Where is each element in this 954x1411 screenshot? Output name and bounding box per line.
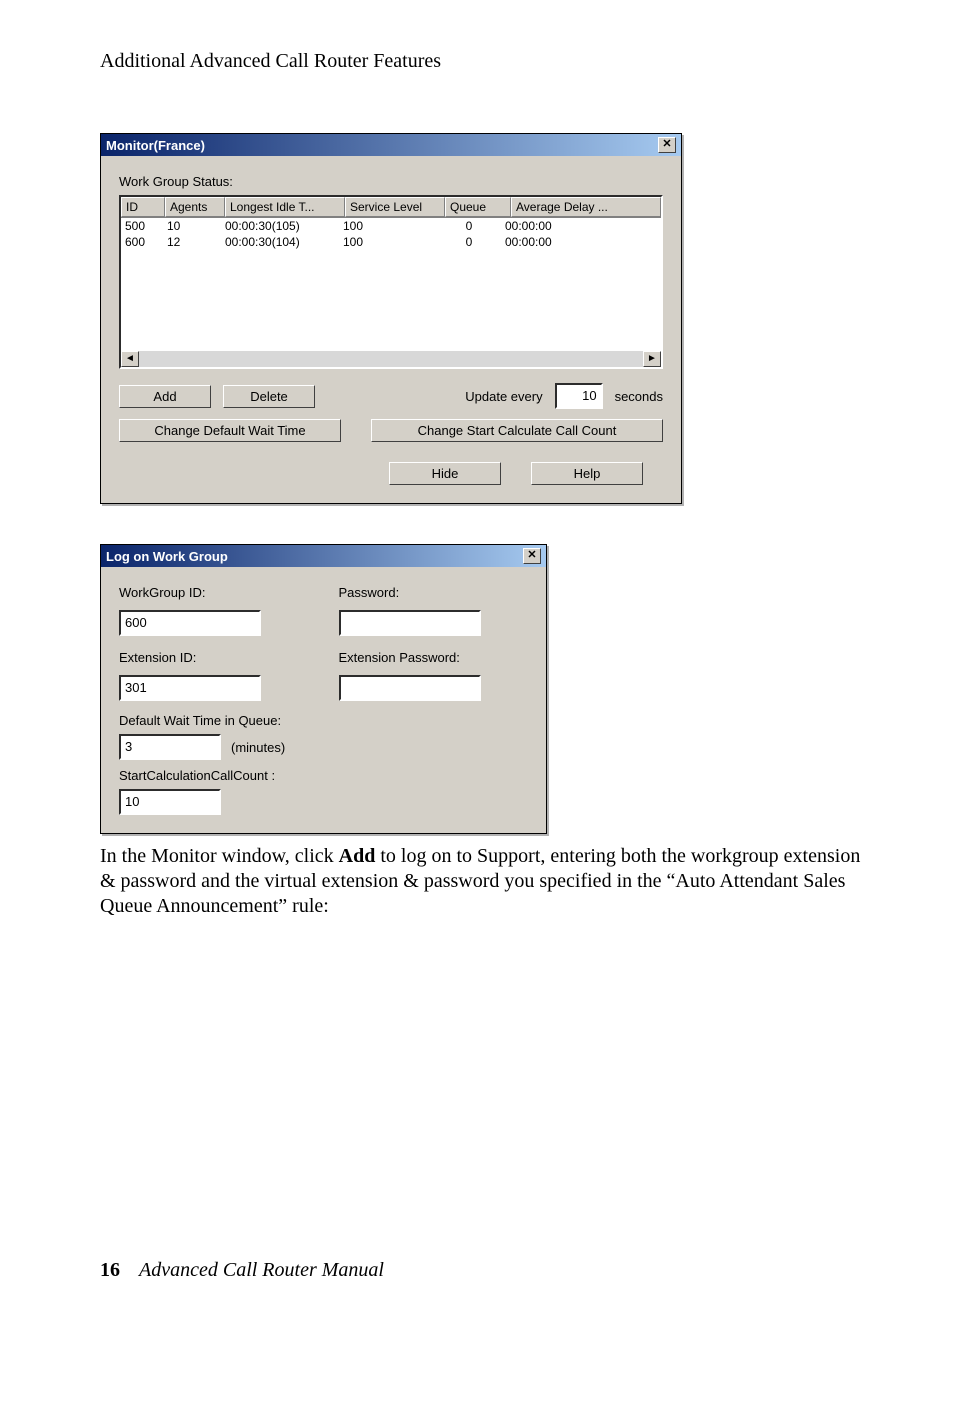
cell-service: 100 xyxy=(339,219,437,233)
monitor-dialog: Monitor(France) ✕ Work Group Status: ID … xyxy=(100,133,682,504)
logon-title: Log on Work Group xyxy=(106,549,228,564)
col-queue[interactable]: Queue xyxy=(445,197,511,217)
change-start-calculate-call-count-button[interactable]: Change Start Calculate Call Count xyxy=(371,419,663,442)
body-text-bold: Add xyxy=(339,845,376,867)
cell-agents: 10 xyxy=(163,219,221,233)
default-wait-time-input[interactable]: 3 xyxy=(119,734,221,760)
close-icon[interactable]: ✕ xyxy=(658,137,676,153)
table-row[interactable]: 600 12 00:00:30(104) 100 0 00:00:00 xyxy=(121,234,661,250)
seconds-label: seconds xyxy=(615,389,663,404)
workgroup-listview[interactable]: ID Agents Longest Idle T... Service Leve… xyxy=(119,195,663,369)
cell-service: 100 xyxy=(339,235,437,249)
cell-longest: 00:00:30(105) xyxy=(221,219,339,233)
page-footer: 16 Advanced Call Router Manual xyxy=(100,1259,874,1282)
scroll-left-icon[interactable]: ◄ xyxy=(121,351,139,367)
cell-id: 500 xyxy=(121,219,163,233)
col-service[interactable]: Service Level xyxy=(345,197,445,217)
update-every-label: Update every xyxy=(465,389,542,404)
help-button[interactable]: Help xyxy=(531,462,643,485)
book-title: Advanced Call Router Manual xyxy=(139,1259,384,1281)
table-row[interactable]: 500 10 00:00:30(105) 100 0 00:00:00 xyxy=(121,218,661,234)
cell-id: 600 xyxy=(121,235,163,249)
col-longest[interactable]: Longest Idle T... xyxy=(225,197,345,217)
workgroup-id-label: WorkGroup ID: xyxy=(119,585,309,600)
minutes-label: (minutes) xyxy=(231,740,285,755)
password-input[interactable] xyxy=(339,610,481,636)
start-calc-call-count-input[interactable]: 10 xyxy=(119,789,221,815)
monitor-title: Monitor(France) xyxy=(106,138,205,153)
password-label: Password: xyxy=(339,585,529,600)
cell-avg: 00:00:00 xyxy=(501,219,661,233)
col-agents[interactable]: Agents xyxy=(165,197,225,217)
extension-id-input[interactable]: 301 xyxy=(119,675,261,701)
extension-password-label: Extension Password: xyxy=(339,650,529,665)
cell-longest: 00:00:30(104) xyxy=(221,235,339,249)
page-number: 16 xyxy=(100,1259,120,1281)
logon-dialog: Log on Work Group ✕ WorkGroup ID: Passwo… xyxy=(100,544,547,834)
cell-queue: 0 xyxy=(437,235,501,249)
body-paragraph: In the Monitor window, click Add to log … xyxy=(100,844,874,919)
page-header: Additional Advanced Call Router Features xyxy=(100,50,874,73)
body-text-1: In the Monitor window, click xyxy=(100,845,339,867)
col-id[interactable]: ID xyxy=(121,197,165,217)
add-button[interactable]: Add xyxy=(119,385,211,408)
workgroup-id-input[interactable]: 600 xyxy=(119,610,261,636)
delete-button[interactable]: Delete xyxy=(223,385,315,408)
extension-id-label: Extension ID: xyxy=(119,650,309,665)
cell-avg: 00:00:00 xyxy=(501,235,661,249)
horizontal-scrollbar[interactable]: ◄ ► xyxy=(121,351,661,367)
extension-password-input[interactable] xyxy=(339,675,481,701)
hide-button[interactable]: Hide xyxy=(389,462,501,485)
close-icon[interactable]: ✕ xyxy=(523,548,541,564)
change-default-wait-time-button[interactable]: Change Default Wait Time xyxy=(119,419,341,442)
workgroup-status-label: Work Group Status: xyxy=(119,174,663,189)
col-avg[interactable]: Average Delay ... xyxy=(511,197,661,217)
cell-queue: 0 xyxy=(437,219,501,233)
scroll-right-icon[interactable]: ► xyxy=(643,351,661,367)
listview-header: ID Agents Longest Idle T... Service Leve… xyxy=(121,197,661,218)
logon-titlebar: Log on Work Group ✕ xyxy=(101,545,546,567)
cell-agents: 12 xyxy=(163,235,221,249)
start-calc-call-count-label: StartCalculationCallCount : xyxy=(119,768,528,783)
default-wait-time-label: Default Wait Time in Queue: xyxy=(119,713,528,728)
update-interval-input[interactable]: 10 xyxy=(555,383,603,409)
monitor-titlebar: Monitor(France) ✕ xyxy=(101,134,681,156)
